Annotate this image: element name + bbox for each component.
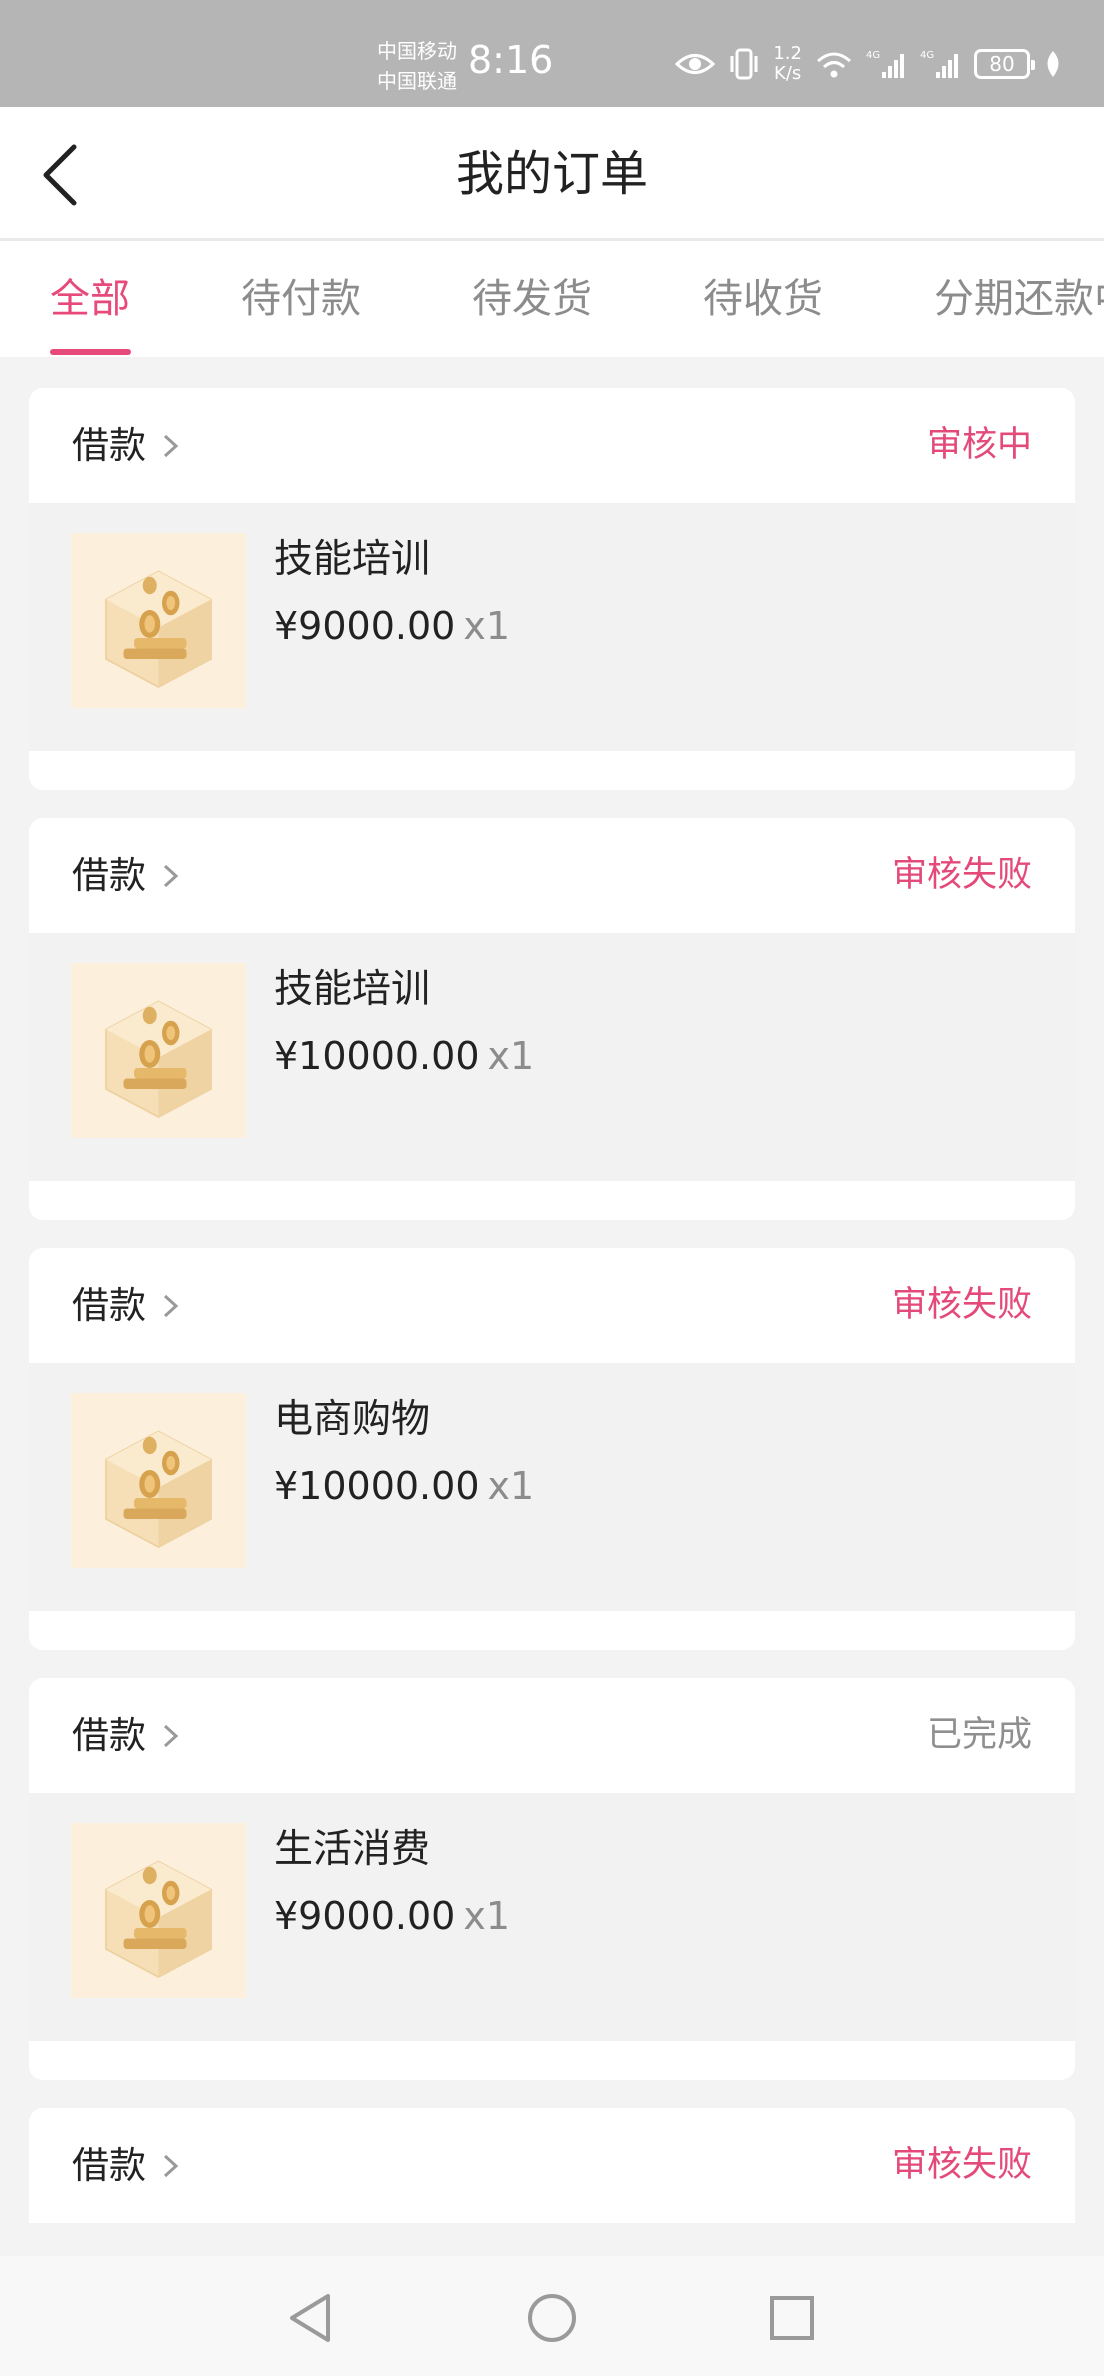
- tab-pending-receipt[interactable]: 待收货: [703, 241, 823, 357]
- tab-pending-payment[interactable]: 待付款: [241, 241, 361, 357]
- order-item[interactable]: 生活消费 ¥9000.00 x1: [29, 1793, 1075, 2041]
- price-line: ¥9000.00 x1: [274, 601, 510, 651]
- signal-4g-icon: 4G: [920, 50, 958, 78]
- order-header[interactable]: 借款 审核失败: [29, 818, 1075, 933]
- order-item[interactable]: 技能培训 ¥9000.00 x1: [29, 503, 1075, 751]
- page-title: 我的订单: [455, 146, 648, 202]
- order-header[interactable]: 借款 审核中: [29, 388, 1075, 503]
- order-header[interactable]: 借款 已完成: [29, 1678, 1075, 1793]
- product-quantity: x1: [463, 604, 510, 648]
- net-speed-unit: K/s: [774, 63, 802, 84]
- order-type: 借款: [72, 1714, 146, 1757]
- eye-icon: [675, 54, 716, 74]
- order-type: 借款: [72, 1284, 146, 1327]
- wifi-icon: [817, 52, 851, 78]
- product-price: ¥9000.00: [274, 1894, 456, 1938]
- order-card[interactable]: 借款 审核失败: [29, 2108, 1075, 2223]
- nav-bar: 我的订单: [0, 107, 1104, 241]
- price-line: ¥10000.00 x1: [274, 1461, 534, 1511]
- order-type: 借款: [72, 2144, 146, 2187]
- order-status: 审核中: [926, 425, 1032, 465]
- product-name: 生活消费: [274, 1827, 431, 1872]
- tab-all[interactable]: 全部: [50, 241, 130, 357]
- product-thumbnail: [71, 1393, 246, 1568]
- system-nav-bar: [0, 2256, 1104, 2376]
- svg-text:4G: 4G: [920, 50, 934, 61]
- chevron-right-icon: [163, 2154, 179, 2178]
- order-item[interactable]: 电商购物 ¥10000.00 x1: [29, 1363, 1075, 1611]
- product-quantity: x1: [463, 1894, 510, 1938]
- order-footer: [29, 1181, 1075, 1220]
- order-header[interactable]: 借款 审核失败: [29, 2108, 1075, 2223]
- order-status: 审核失败: [891, 1285, 1032, 1325]
- leaf-icon: [1047, 51, 1059, 77]
- order-card[interactable]: 借款 审核失败 技能培训 ¥10000.00 x1: [29, 818, 1075, 1220]
- order-card[interactable]: 借款 审核失败 电商购物 ¥10000.00 x1: [29, 1248, 1075, 1650]
- order-item[interactable]: 技能培训 ¥10000.00 x1: [29, 933, 1075, 1181]
- order-card[interactable]: 借款 已完成 生活消费 ¥9000.00 x1: [29, 1678, 1075, 2080]
- order-tabs: 全部 待付款 待发货 待收货 分期还款中: [0, 241, 1104, 357]
- active-tab-indicator: [50, 349, 131, 355]
- carrier-2: 中国联通: [377, 69, 457, 93]
- order-header[interactable]: 借款 审核失败: [29, 1248, 1075, 1363]
- chevron-right-icon: [163, 1294, 179, 1318]
- price-line: ¥10000.00 x1: [274, 1031, 534, 1081]
- chevron-right-icon: [163, 1724, 179, 1748]
- order-footer: [29, 1611, 1075, 1650]
- vibrate-icon: [730, 48, 758, 80]
- order-footer: [29, 751, 1075, 790]
- order-status: 审核失败: [891, 2145, 1032, 2185]
- order-footer: [29, 2041, 1075, 2080]
- status-bar: 中国移动 中国联通 8:16 1.2 K/s 4G 4G 80: [0, 0, 1104, 107]
- product-name: 技能培训: [274, 967, 431, 1012]
- order-status: 审核失败: [891, 855, 1032, 895]
- product-name: 电商购物: [274, 1397, 431, 1442]
- price-line: ¥9000.00 x1: [274, 1891, 510, 1941]
- order-type: 借款: [72, 424, 146, 467]
- tab-installment-repaying[interactable]: 分期还款中: [934, 241, 1104, 357]
- home-circle-icon[interactable]: [522, 2288, 582, 2348]
- product-thumbnail: [71, 963, 246, 1138]
- product-thumbnail: [71, 533, 246, 708]
- net-speed: 1.2 K/s: [773, 44, 802, 84]
- recents-square-icon[interactable]: [762, 2288, 822, 2348]
- signal-4g-icon: 4G: [866, 50, 904, 78]
- product-quantity: x1: [487, 1034, 535, 1078]
- product-thumbnail: [71, 1823, 246, 1998]
- product-price: ¥10000.00: [274, 1464, 480, 1508]
- clock: 8:16: [468, 38, 554, 82]
- tab-pending-shipment[interactable]: 待发货: [472, 241, 592, 357]
- order-status: 已完成: [926, 1715, 1032, 1755]
- carrier-info: 中国移动 中国联通: [377, 36, 457, 96]
- net-speed-value: 1.2: [773, 43, 802, 64]
- product-price: ¥9000.00: [274, 604, 456, 648]
- battery-icon: 80: [974, 49, 1035, 79]
- chevron-right-icon: [163, 434, 179, 458]
- product-price: ¥10000.00: [274, 1034, 480, 1078]
- status-icons: 1.2 K/s 4G 4G 80: [675, 44, 1064, 84]
- product-quantity: x1: [487, 1464, 535, 1508]
- order-type: 借款: [72, 854, 146, 897]
- svg-text:4G: 4G: [866, 50, 880, 61]
- product-name: 技能培训: [274, 537, 431, 582]
- back-triangle-icon[interactable]: [282, 2288, 342, 2348]
- carrier-1: 中国移动: [377, 39, 457, 63]
- chevron-right-icon: [163, 864, 179, 888]
- order-card[interactable]: 借款 审核中 技能培训 ¥9000.00 x1: [29, 388, 1075, 790]
